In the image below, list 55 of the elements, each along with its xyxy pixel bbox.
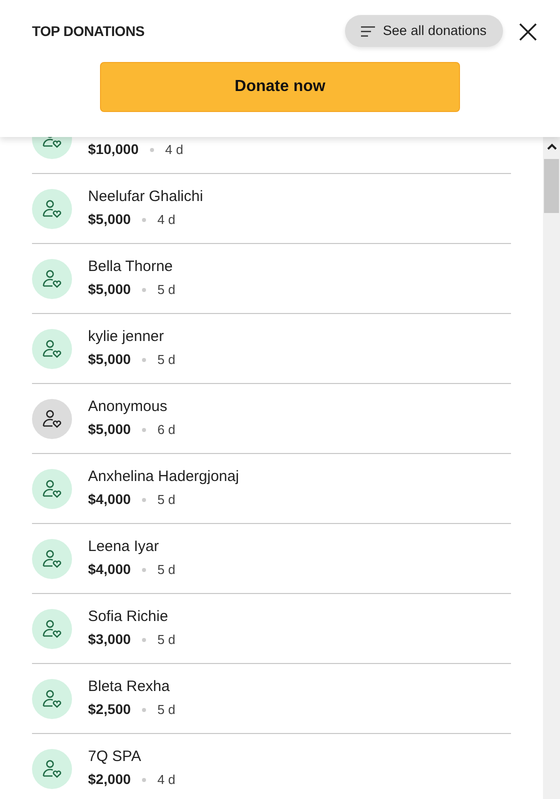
donor-name: Anxhelina Hadergjonaj — [88, 467, 239, 487]
donation-age: 4 d — [157, 770, 176, 789]
donation-amount: $4,000 — [88, 560, 131, 579]
donation-amount: $5,000 — [88, 420, 131, 439]
see-all-donations-button[interactable]: See all donations — [345, 15, 502, 47]
donation-age: 6 d — [157, 420, 176, 439]
scroll-up-icon[interactable] — [546, 143, 556, 151]
donor-icon — [42, 688, 62, 708]
sort-icon — [361, 26, 376, 36]
donation-amount: $5,000 — [88, 350, 131, 369]
donation-amount: $2,500 — [88, 700, 131, 719]
donation-amount: $10,000 — [88, 140, 139, 159]
donor-name: kylie jenner — [88, 327, 165, 347]
donation-age: 5 d — [157, 630, 176, 649]
donation-amount: $5,000 — [88, 210, 131, 229]
scrollbar-thumb[interactable] — [544, 159, 559, 213]
donor-name: 7Q SPA — [88, 747, 142, 767]
donor-icon — [42, 548, 62, 568]
separator-dot — [142, 568, 146, 572]
separator-dot — [142, 358, 146, 362]
donation-amount: $4,000 — [88, 490, 131, 509]
separator-dot — [142, 288, 146, 292]
donation-age: 4 d — [157, 210, 176, 229]
panel-title: TOP DONATIONS — [32, 22, 146, 40]
donor-name: Leena Iyar — [88, 537, 160, 557]
donor-icon — [42, 338, 62, 358]
donor-name: Bella Thorne — [88, 257, 174, 277]
donor-icon — [42, 618, 62, 638]
separator-dot — [142, 778, 146, 782]
donation-age: 5 d — [157, 700, 176, 719]
donor-name: Neelufar Ghalichi — [88, 187, 204, 207]
donation-age: 5 d — [157, 490, 176, 509]
donation-amount: $3,000 — [88, 630, 131, 649]
donation-age: 5 d — [157, 560, 176, 579]
donor-name: Sofia Richie — [88, 607, 170, 627]
donor-name: Bleta Rexha — [88, 677, 171, 697]
donation-age: 5 d — [157, 280, 176, 299]
donor-name: Anonymous — [88, 397, 168, 417]
donation-amount: $2,000 — [88, 770, 131, 789]
donation-age: 5 d — [157, 350, 176, 369]
donor-icon — [42, 268, 62, 288]
donation-amount: $5,000 — [88, 280, 131, 299]
donor-icon — [42, 478, 62, 498]
donor-icon — [42, 198, 62, 218]
separator-dot — [142, 708, 146, 712]
donor-icon — [42, 408, 62, 428]
separator-dot — [150, 148, 154, 152]
separator-dot — [142, 218, 146, 222]
donate-now-button[interactable]: Donate now — [100, 62, 460, 112]
donation-age: 4 d — [165, 140, 184, 159]
donor-icon — [42, 758, 62, 778]
close-button[interactable] — [518, 21, 538, 41]
separator-dot — [142, 498, 146, 502]
separator-dot — [142, 638, 146, 642]
separator-dot — [142, 428, 146, 432]
